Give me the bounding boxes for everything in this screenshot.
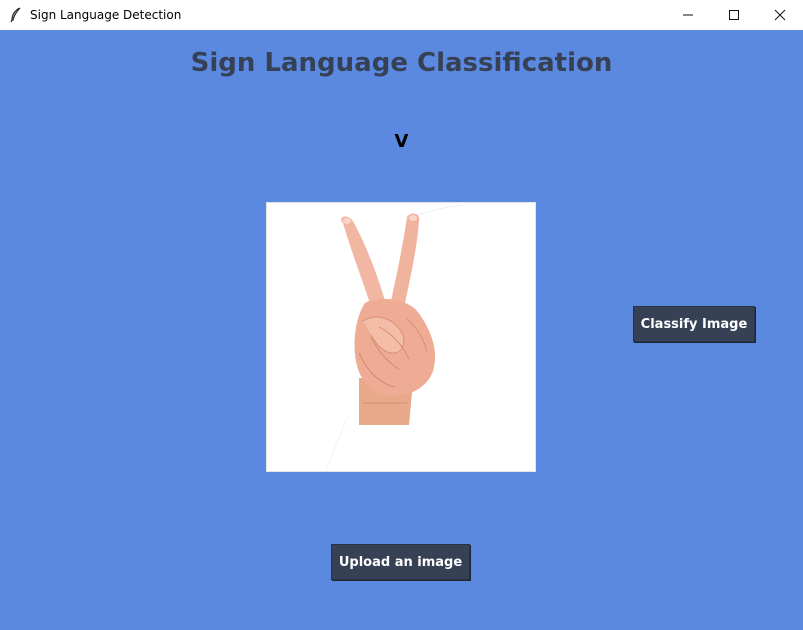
hand-sign-image [326,204,463,469]
window-controls [665,0,803,30]
title-bar[interactable]: Sign Language Detection [0,0,803,30]
maximize-icon[interactable] [711,0,757,30]
minimize-icon[interactable] [665,0,711,30]
upload-image-button[interactable]: Upload an image [331,544,470,580]
close-icon[interactable] [757,0,803,30]
feather-icon [8,7,24,23]
window-title: Sign Language Detection [30,8,182,22]
page-title: Sign Language Classification [190,48,613,78]
classify-image-button[interactable]: Classify Image [633,306,755,342]
uploaded-image [266,202,536,472]
app-window: Sign Language Detection Sign Language Cl… [0,0,803,630]
prediction-label: V [394,131,409,152]
